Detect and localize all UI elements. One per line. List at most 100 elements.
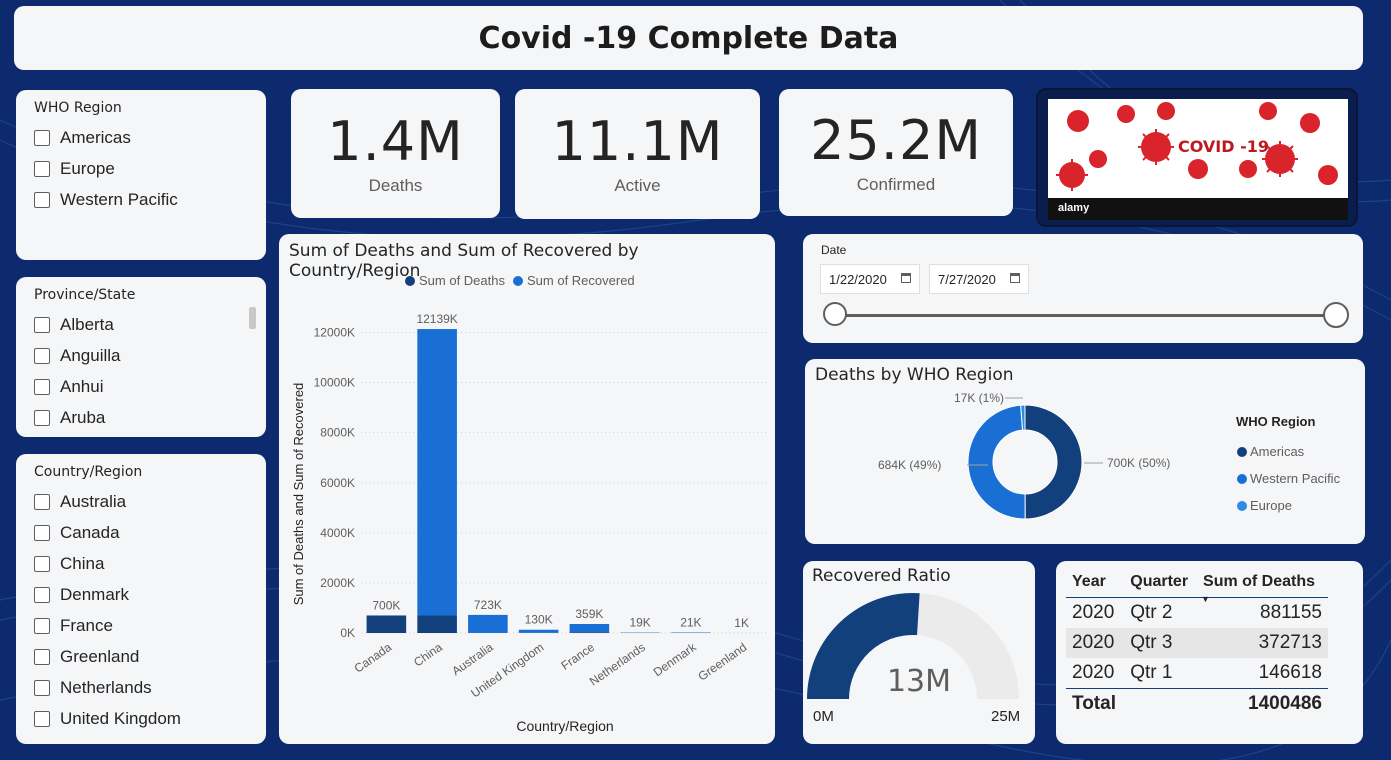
slicer-item-aruba[interactable]: Aruba xyxy=(34,402,248,433)
matrix-cell-quarter: Qtr 1 xyxy=(1130,662,1173,683)
date-slider-track[interactable] xyxy=(836,314,1336,317)
checkbox[interactable] xyxy=(34,129,50,146)
matrix-cell-quarter: Qtr 3 xyxy=(1130,632,1173,653)
legend-dot xyxy=(1237,500,1247,511)
donut-legend: Americas Western Pacific Europe xyxy=(1237,438,1340,519)
y-tick-label: 0K xyxy=(340,626,355,640)
y-tick-label: 12000K xyxy=(314,326,355,340)
bar-recovered[interactable] xyxy=(671,632,711,633)
donut-slice-americas[interactable] xyxy=(1024,404,1083,520)
slicer-item-label: Europe xyxy=(60,158,115,178)
checkbox[interactable] xyxy=(34,617,50,634)
slicer-item-canada[interactable]: Canada xyxy=(34,517,248,548)
matrix-cell-year: 2020 xyxy=(1072,632,1115,653)
bar-recovered[interactable] xyxy=(569,624,610,633)
sort-descending-icon[interactable]: ▼ xyxy=(1201,594,1210,604)
slicer-item-china[interactable]: China xyxy=(34,548,248,579)
matrix-header-quarter[interactable]: Quarter xyxy=(1124,567,1197,598)
matrix-cell-quarter: Qtr 2 xyxy=(1130,602,1173,623)
x-tick-label: France xyxy=(558,640,597,673)
kpi-value: 11.1M xyxy=(551,110,724,173)
slicer-item-netherlands[interactable]: Netherlands xyxy=(34,672,248,703)
slicer-item-label: Anhui xyxy=(60,376,104,396)
legend-dot xyxy=(1237,446,1247,457)
country-region-slicer: Country/Region Australia Canada China De… xyxy=(16,454,266,744)
legend-item[interactable]: Western Pacific xyxy=(1237,465,1340,492)
donut-slice-western-pacific[interactable] xyxy=(967,404,1026,520)
slicer-item-western-pacific[interactable]: Western Pacific xyxy=(34,184,248,215)
matrix-cell-deaths: 146618 xyxy=(1258,662,1322,683)
x-tick-label: Denmark xyxy=(651,639,700,679)
bar-chart-ylabel: Sum of Deaths and Sum of Recovered xyxy=(291,383,306,606)
y-tick-label: 10000K xyxy=(314,376,355,390)
slicer-item-united-kingdom[interactable]: United Kingdom xyxy=(34,703,248,734)
gauge-value: 13M xyxy=(887,664,951,699)
bar-deaths[interactable] xyxy=(417,615,457,633)
virus-illustration: COVID -19 xyxy=(1056,102,1338,191)
slicer-item-denmark[interactable]: Denmark xyxy=(34,579,248,610)
bar-recovered[interactable] xyxy=(518,629,559,633)
checkbox[interactable] xyxy=(34,191,50,208)
slicer-scrollbar[interactable] xyxy=(249,307,256,329)
donut-legend-title: WHO Region xyxy=(1236,414,1316,429)
slicer-item-anhui[interactable]: Anhui xyxy=(34,371,248,402)
bar-deaths[interactable] xyxy=(366,615,407,633)
checkbox[interactable] xyxy=(34,524,50,541)
matrix-header-label: Sum of Deaths xyxy=(1203,573,1316,590)
slicer-item-europe[interactable]: Europe xyxy=(34,153,248,184)
alamy-logo: alamy xyxy=(1058,202,1090,214)
checkbox[interactable] xyxy=(34,347,50,364)
end-date-value: 7/27/2020 xyxy=(938,271,996,287)
legend-item[interactable]: Americas xyxy=(1237,438,1340,465)
matrix-row[interactable]: 2020 Qtr 3 372713 xyxy=(1066,628,1328,658)
slicer-item-label: Australia xyxy=(60,491,127,511)
checkbox[interactable] xyxy=(34,555,50,572)
bar-total-label: 21K xyxy=(680,615,701,629)
slicer-item-greenland[interactable]: Greenland xyxy=(34,641,248,672)
donut-label-europe: 17K (1%) xyxy=(954,391,1004,405)
legend-item[interactable]: Europe xyxy=(1237,492,1340,519)
slicer-item-australia[interactable]: Australia xyxy=(34,486,248,517)
end-date-input[interactable]: 7/27/2020 xyxy=(929,264,1029,294)
x-tick-label: China xyxy=(411,640,445,670)
checkbox[interactable] xyxy=(34,378,50,395)
bar-total-label: 130K xyxy=(525,613,553,627)
bar-recovered[interactable] xyxy=(417,329,457,616)
slicer-item-americas[interactable]: Americas xyxy=(34,122,248,153)
date-slider-end-handle[interactable] xyxy=(1323,302,1349,328)
matrix-header-year[interactable]: Year xyxy=(1066,567,1124,598)
checkbox[interactable] xyxy=(34,493,50,510)
calendar-icon[interactable] xyxy=(901,273,911,283)
y-tick-label: 6000K xyxy=(320,476,355,490)
matrix-row[interactable]: 2020 Qtr 2 881155 xyxy=(1066,598,1328,629)
matrix-total-label: Total xyxy=(1072,693,1116,714)
matrix-header-row: Year Quarter Sum of Deaths ▼ xyxy=(1066,567,1328,604)
kpi-confirmed-card: 25.2M Confirmed xyxy=(779,89,1013,216)
matrix-row[interactable]: 2020 Qtr 1 146618 xyxy=(1066,658,1328,689)
matrix-header-sum-of-deaths[interactable]: Sum of Deaths ▼ xyxy=(1197,567,1328,604)
matrix-cell-year: 2020 xyxy=(1072,602,1115,623)
start-date-input[interactable]: 1/22/2020 xyxy=(820,264,920,294)
slicer-item-label: Anguilla xyxy=(60,345,121,365)
x-tick-label: Netherlands xyxy=(587,640,648,689)
checkbox[interactable] xyxy=(34,648,50,665)
checkbox[interactable] xyxy=(34,679,50,696)
calendar-icon[interactable] xyxy=(1010,273,1020,283)
gauge-min-label: 0M xyxy=(813,708,834,725)
checkbox[interactable] xyxy=(34,586,50,603)
date-slider-start-handle[interactable] xyxy=(823,302,847,326)
slicer-item-anguilla[interactable]: Anguilla xyxy=(34,340,248,371)
checkbox[interactable] xyxy=(34,316,50,333)
bar-total-label: 12139K xyxy=(416,312,457,326)
kpi-active-card: 11.1M Active xyxy=(515,89,760,219)
covid-image-text: COVID -19 xyxy=(1178,137,1269,156)
checkbox[interactable] xyxy=(34,160,50,177)
checkbox[interactable] xyxy=(34,409,50,426)
dashboard-title-card: Covid -19 Complete Data xyxy=(14,6,1363,70)
bar-deaths[interactable] xyxy=(569,632,610,633)
bar-recovered[interactable] xyxy=(468,614,508,633)
slicer-item-label: Aruba xyxy=(60,407,106,427)
checkbox[interactable] xyxy=(34,710,50,727)
slicer-item-alberta[interactable]: Alberta xyxy=(34,309,248,340)
slicer-item-france[interactable]: France xyxy=(34,610,248,641)
